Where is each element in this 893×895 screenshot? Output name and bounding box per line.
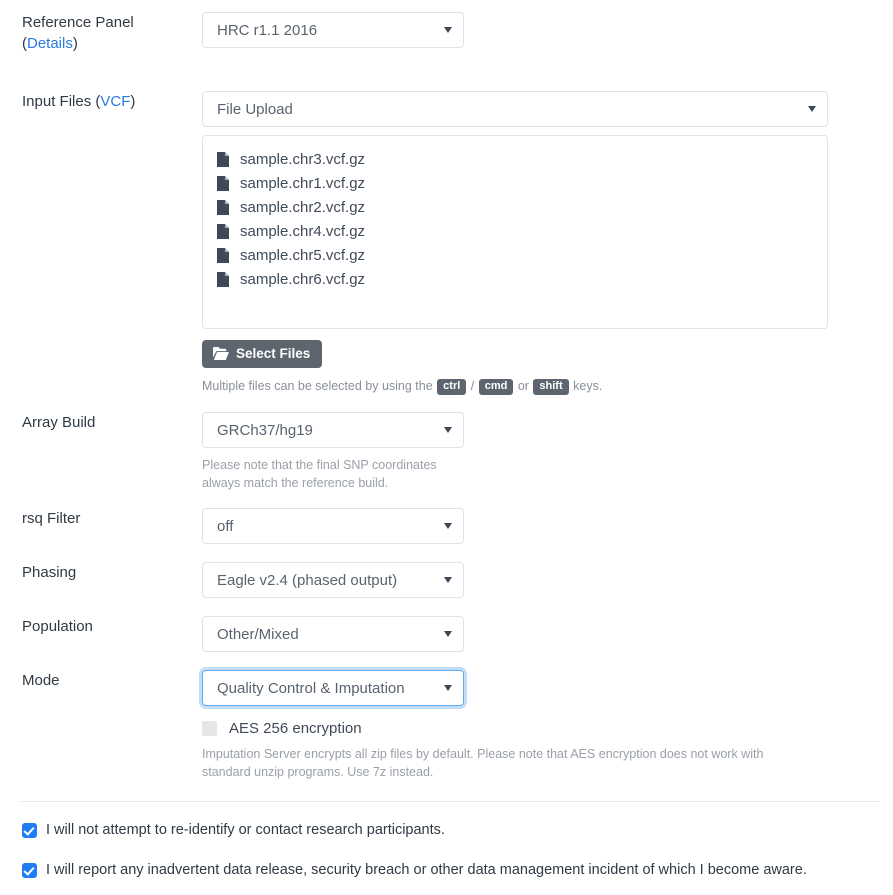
mode-label: Mode xyxy=(22,672,60,689)
row-array-build: Array Build GRCh37/hg19 Please note that… xyxy=(0,412,893,492)
array-build-select[interactable]: GRCh37/hg19 xyxy=(202,412,464,448)
chevron-down-icon xyxy=(444,631,452,637)
chevron-down-icon xyxy=(444,27,452,33)
reference-panel-label-text: Reference Panel xyxy=(22,14,134,31)
list-item[interactable]: sample.chr6.vcf.gz xyxy=(217,267,817,291)
aes-encryption-help: Imputation Server encrypts all zip files… xyxy=(202,747,764,779)
mode-select[interactable]: Quality Control & Imputation xyxy=(202,670,464,706)
hint-prefix: Multiple files can be selected by using … xyxy=(202,378,437,393)
input-source-select[interactable]: File Upload xyxy=(202,91,828,127)
phasing-select[interactable]: Eagle v2.4 (phased output) xyxy=(202,562,464,598)
reference-panel-select[interactable]: HRC r1.1 2016 xyxy=(202,12,464,48)
rsq-filter-value: off xyxy=(217,517,234,535)
phasing-label: Phasing xyxy=(22,564,77,581)
chevron-down-icon xyxy=(444,427,452,433)
hint-sep-1: / xyxy=(467,378,478,393)
input-files-label: Input Files (VCF) xyxy=(0,91,180,112)
list-item[interactable]: sample.chr2.vcf.gz xyxy=(217,195,817,219)
row-mode: Mode Quality Control & Imputation AES 25… xyxy=(0,670,893,781)
chevron-down-icon xyxy=(444,577,452,583)
aes-encryption-label: AES 256 encryption xyxy=(229,720,362,737)
vcf-link[interactable]: VCF xyxy=(100,93,130,110)
rsq-filter-field: off xyxy=(180,508,893,544)
population-field: Other/Mixed xyxy=(180,616,893,652)
file-icon xyxy=(217,199,229,215)
array-build-help: Please note that the final SNP coordinat… xyxy=(202,458,437,490)
row-phasing: Phasing Eagle v2.4 (phased output) xyxy=(0,562,893,598)
details-link[interactable]: Details xyxy=(27,35,73,52)
file-icon xyxy=(217,151,229,167)
mode-field: Quality Control & Imputation AES 256 enc… xyxy=(180,670,893,781)
phasing-field: Eagle v2.4 (phased output) xyxy=(180,562,893,598)
list-item[interactable]: sample.chr1.vcf.gz xyxy=(217,171,817,195)
file-name: sample.chr3.vcf.gz xyxy=(240,150,366,168)
input-files-field: File Upload sample.chr3.vcf.gz sample.ch… xyxy=(180,91,893,395)
reference-panel-label: Reference Panel (Details) xyxy=(0,12,180,54)
chevron-down-icon xyxy=(808,106,816,112)
array-build-value: GRCh37/hg19 xyxy=(217,421,313,439)
consent-checkbox-1[interactable] xyxy=(22,823,37,838)
population-value: Other/Mixed xyxy=(217,625,299,643)
file-name: sample.chr6.vcf.gz xyxy=(240,270,366,288)
aes-encryption-checkbox[interactable] xyxy=(202,721,217,736)
rsq-filter-select[interactable]: off xyxy=(202,508,464,544)
section-divider xyxy=(20,801,880,802)
file-icon xyxy=(217,271,229,287)
consent-text-1: I will not attempt to re-identify or con… xyxy=(46,822,445,838)
rsq-filter-label: rsq Filter xyxy=(22,510,81,527)
row-input-files: Input Files (VCF) File Upload sample.chr… xyxy=(0,91,893,395)
mode-value: Quality Control & Imputation xyxy=(217,679,405,697)
file-icon xyxy=(217,175,229,191)
reference-panel-details: (Details) xyxy=(22,33,180,54)
file-name: sample.chr1.vcf.gz xyxy=(240,174,366,192)
file-icon xyxy=(217,247,229,263)
aes-encryption-row: AES 256 encryption xyxy=(202,720,893,737)
hint-sep-2: or xyxy=(514,378,533,393)
kbd-ctrl: ctrl xyxy=(437,378,467,395)
consent-row-2: I will report any inadvertent data relea… xyxy=(22,861,807,880)
multi-select-hint: Multiple files can be selected by using … xyxy=(202,377,893,395)
phasing-value: Eagle v2.4 (phased output) xyxy=(217,571,398,589)
reference-panel-field: HRC r1.1 2016 xyxy=(180,12,893,48)
kbd-shift: shift xyxy=(533,378,569,395)
chevron-down-icon xyxy=(444,523,452,529)
population-select[interactable]: Other/Mixed xyxy=(202,616,464,652)
input-source-value: File Upload xyxy=(217,100,293,118)
consent-row-1: I will not attempt to re-identify or con… xyxy=(22,821,445,840)
row-population: Population Other/Mixed xyxy=(0,616,893,652)
kbd-cmd: cmd xyxy=(478,378,514,395)
file-icon xyxy=(217,223,229,239)
list-item[interactable]: sample.chr4.vcf.gz xyxy=(217,219,817,243)
chevron-down-icon xyxy=(444,685,452,691)
consent-text-2: I will report any inadvertent data relea… xyxy=(46,862,807,878)
paren-close: ) xyxy=(72,35,78,52)
file-name: sample.chr5.vcf.gz xyxy=(240,246,366,264)
reference-panel-value: HRC r1.1 2016 xyxy=(217,21,318,39)
consent-checkbox-2[interactable] xyxy=(22,863,37,878)
input-files-label-prefix: Input Files ( xyxy=(22,93,101,110)
population-label: Population xyxy=(22,618,93,635)
file-name: sample.chr4.vcf.gz xyxy=(240,222,366,240)
select-files-button-label: Select Files xyxy=(236,346,311,361)
select-files-button[interactable]: Select Files xyxy=(202,340,323,368)
list-item[interactable]: sample.chr3.vcf.gz xyxy=(217,147,817,171)
list-item[interactable]: sample.chr5.vcf.gz xyxy=(217,243,817,267)
hint-suffix: keys. xyxy=(569,378,603,393)
array-build-label: Array Build xyxy=(22,414,96,431)
file-name: sample.chr2.vcf.gz xyxy=(240,198,366,216)
row-rsq-filter: rsq Filter off xyxy=(0,508,893,544)
input-files-label-suffix: ) xyxy=(130,93,136,110)
array-build-field: GRCh37/hg19 Please note that the final S… xyxy=(180,412,893,492)
selected-files-list[interactable]: sample.chr3.vcf.gz sample.chr1.vcf.gz sa… xyxy=(202,135,828,329)
row-reference-panel: Reference Panel (Details) HRC r1.1 2016 xyxy=(0,12,893,54)
folder-open-icon xyxy=(213,347,229,361)
